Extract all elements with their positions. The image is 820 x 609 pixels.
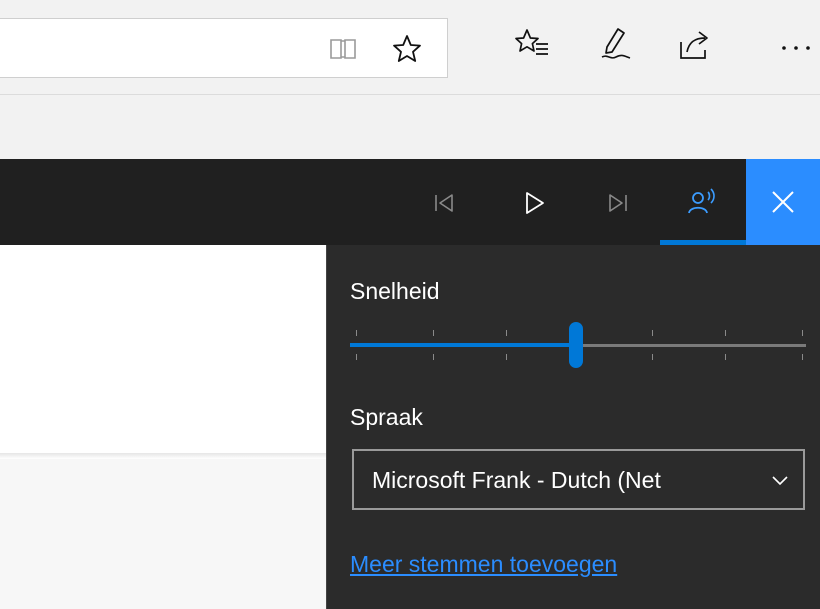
speed-label: Snelheid xyxy=(350,278,440,304)
voice-label: Spraak xyxy=(350,404,423,430)
voice-select[interactable]: Microsoft Frank - Dutch (Net xyxy=(352,449,805,510)
speed-slider-tick xyxy=(506,354,507,360)
speed-slider[interactable] xyxy=(350,322,806,370)
close-button[interactable] xyxy=(746,159,820,245)
browser-toolbar xyxy=(0,0,820,95)
favorite-star-icon[interactable] xyxy=(391,33,423,65)
play-icon[interactable] xyxy=(512,181,556,225)
speed-slider-tick xyxy=(356,354,357,360)
speed-slider-tick xyxy=(356,330,357,336)
more-icon[interactable] xyxy=(778,26,814,62)
more-voices-link[interactable]: Meer stemmen toevoegen xyxy=(350,551,617,578)
chevron-down-icon xyxy=(769,469,791,491)
next-icon[interactable] xyxy=(596,181,640,225)
speed-slider-tick xyxy=(433,330,434,336)
voice-select-value: Microsoft Frank - Dutch (Net xyxy=(372,467,661,493)
read-aloud-bar xyxy=(0,159,820,245)
previous-icon[interactable] xyxy=(422,181,466,225)
speed-slider-tick xyxy=(433,354,434,360)
reading-view-icon[interactable] xyxy=(327,33,359,65)
favorites-list-icon[interactable] xyxy=(514,26,550,62)
share-icon[interactable] xyxy=(677,26,713,62)
page-lower-area xyxy=(0,459,326,609)
web-note-icon[interactable] xyxy=(598,26,634,62)
speed-slider-tick xyxy=(652,330,653,336)
speed-slider-tick xyxy=(725,330,726,336)
speed-slider-tick xyxy=(652,354,653,360)
speed-slider-tick xyxy=(802,354,803,360)
speed-slider-tick xyxy=(506,330,507,336)
voice-settings-icon[interactable] xyxy=(680,181,724,225)
speed-slider-tick xyxy=(725,354,726,360)
address-bar[interactable] xyxy=(0,18,448,78)
favorites-bar xyxy=(0,95,820,159)
speed-slider-filled-track xyxy=(350,343,576,347)
speed-slider-thumb[interactable] xyxy=(569,322,583,368)
close-icon xyxy=(772,191,794,213)
speed-slider-empty-track xyxy=(576,344,806,347)
speed-slider-tick xyxy=(802,330,803,336)
